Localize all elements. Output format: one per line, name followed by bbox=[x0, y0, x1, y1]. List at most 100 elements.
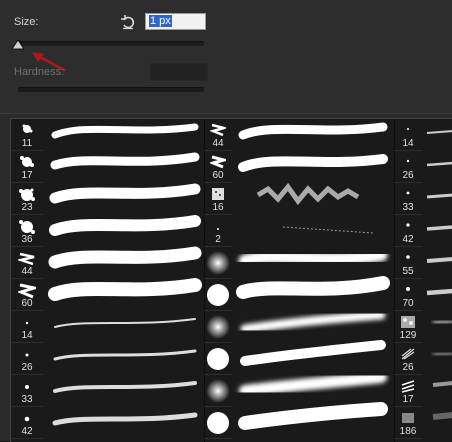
brush-preset-cell[interactable]: 36 bbox=[11, 215, 43, 247]
brush-preset-panel: Size: 1 px Hardness: 11 17 23 36 44 60 1 bbox=[0, 0, 452, 442]
brush-thumbnail-icon bbox=[18, 252, 35, 266]
brush-column-1: 11 17 23 36 44 60 14 26 33 42 bbox=[11, 119, 43, 442]
brush-size-label: 60 bbox=[21, 298, 33, 309]
brush-thumbnail-icon bbox=[401, 316, 415, 328]
brush-preset-cell[interactable]: 26 bbox=[11, 343, 43, 375]
brush-size-label: 60 bbox=[212, 170, 224, 181]
brush-preset-cell[interactable]: 33 bbox=[394, 183, 422, 215]
brush-size-label: 36 bbox=[21, 234, 33, 245]
brush-size-label: 26 bbox=[21, 362, 33, 373]
brush-column-2: 44 60 16 2 bbox=[204, 119, 232, 442]
brush-thumbnail-icon bbox=[210, 123, 226, 137]
brush-preset-cell[interactable] bbox=[204, 375, 232, 407]
brush-preset-cell[interactable]: 14 bbox=[394, 119, 422, 151]
brush-thumbnail-icon bbox=[19, 220, 35, 234]
brush-preset-cell[interactable]: 42 bbox=[11, 407, 43, 439]
brush-preset-cell[interactable] bbox=[204, 279, 232, 311]
reset-size-icon[interactable] bbox=[120, 14, 136, 30]
brush-preset-cell[interactable]: 17 bbox=[394, 375, 422, 407]
brush-size-label: 44 bbox=[21, 266, 33, 277]
brush-column-3: 14 26 33 42 55 70 129 26 17 186 bbox=[394, 119, 422, 442]
brush-size-label: 186 bbox=[399, 426, 417, 437]
brush-size-label: 42 bbox=[21, 426, 33, 437]
brush-stroke-previews-2 bbox=[236, 122, 390, 430]
brush-size-label: 17 bbox=[21, 170, 33, 181]
brush-size-label: 129 bbox=[399, 330, 417, 341]
brush-preset-cell[interactable]: 26 bbox=[394, 151, 422, 183]
brush-thumbnail-icon bbox=[406, 223, 410, 227]
brush-thumbnail-icon bbox=[19, 188, 35, 201]
brush-size-label: 23 bbox=[21, 202, 33, 213]
hard-round-brush-icon bbox=[207, 348, 229, 370]
hard-round-brush-icon bbox=[207, 284, 229, 306]
brush-preset-cell[interactable]: 2 bbox=[204, 215, 232, 247]
brush-preset-cell[interactable]: 44 bbox=[204, 119, 232, 151]
brush-thumbnail-icon bbox=[407, 128, 409, 130]
hardness-slider-track bbox=[18, 87, 204, 92]
soft-round-brush-icon bbox=[206, 315, 230, 339]
brush-preset-cell[interactable]: 14 bbox=[11, 311, 43, 343]
brush-stroke-previews-3 bbox=[426, 130, 452, 420]
brush-preset-cell[interactable] bbox=[204, 311, 232, 343]
brush-thumbnail-icon bbox=[210, 155, 226, 169]
brush-thumbnail-icon bbox=[25, 321, 29, 325]
brush-thumbnail-icon bbox=[22, 124, 33, 133]
brush-thumbnail-icon bbox=[401, 380, 415, 393]
brush-preset-cell[interactable] bbox=[204, 247, 232, 279]
brush-size-label: 42 bbox=[402, 234, 414, 245]
brush-preset-cell[interactable]: 42 bbox=[394, 215, 422, 247]
brush-size-label: 14 bbox=[402, 138, 414, 149]
brush-preset-cell[interactable]: 55 bbox=[394, 247, 422, 279]
brush-preset-cell[interactable] bbox=[204, 343, 232, 375]
brush-preset-cell[interactable]: 60 bbox=[11, 279, 43, 311]
brush-thumbnail-icon bbox=[406, 255, 410, 259]
brush-thumbnail-icon bbox=[24, 416, 30, 422]
brush-preset-cell[interactable]: 16 bbox=[204, 183, 232, 215]
brush-preset-cell[interactable] bbox=[204, 407, 232, 439]
brush-thumbnail-icon bbox=[401, 348, 415, 360]
brush-preset-cell[interactable]: 186 bbox=[394, 407, 422, 439]
hardness-input bbox=[150, 63, 208, 81]
hard-round-brush-icon bbox=[207, 412, 229, 434]
size-input-value: 1 px bbox=[149, 15, 172, 27]
brush-size-label: 2 bbox=[215, 234, 221, 245]
brush-size-label: 26 bbox=[402, 362, 414, 373]
brush-preset-cell[interactable]: 129 bbox=[394, 311, 422, 343]
size-label: Size: bbox=[14, 16, 39, 28]
brush-settings-header: Size: 1 px Hardness: bbox=[0, 0, 452, 114]
brush-preset-cell[interactable]: 26 bbox=[394, 343, 422, 375]
brush-preset-cell[interactable]: 70 bbox=[394, 279, 422, 311]
size-input[interactable]: 1 px bbox=[145, 13, 206, 30]
brush-size-label: 44 bbox=[212, 138, 224, 149]
brush-size-label: 16 bbox=[212, 202, 224, 213]
brush-preset-grid: 11 17 23 36 44 60 14 26 33 42 44 60 16 2… bbox=[10, 118, 452, 442]
brush-thumbnail-icon bbox=[406, 287, 410, 291]
soft-round-brush-icon bbox=[206, 251, 230, 275]
size-slider-thumb[interactable] bbox=[12, 40, 24, 50]
brush-stroke-previews-1 bbox=[48, 123, 202, 426]
brush-preset-cell[interactable]: 33 bbox=[11, 375, 43, 407]
brush-size-label: 17 bbox=[402, 394, 414, 405]
brush-size-label: 33 bbox=[402, 202, 414, 213]
brush-preset-cell[interactable]: 60 bbox=[204, 151, 232, 183]
brush-thumbnail-icon bbox=[402, 413, 414, 423]
brush-size-label: 26 bbox=[402, 170, 414, 181]
brush-size-label: 33 bbox=[21, 394, 33, 405]
brush-thumbnail-icon bbox=[25, 385, 29, 389]
brush-thumbnail-icon bbox=[406, 191, 410, 195]
brush-thumbnail-icon bbox=[18, 283, 36, 299]
brush-preset-cell[interactable]: 17 bbox=[11, 151, 43, 183]
brush-preset-cell[interactable]: 11 bbox=[11, 119, 43, 151]
size-slider-track[interactable] bbox=[18, 41, 204, 46]
brush-size-label: 70 bbox=[402, 298, 414, 309]
brush-size-label: 11 bbox=[21, 138, 33, 149]
brush-preset-cell[interactable]: 23 bbox=[11, 183, 43, 215]
brush-thumbnail-icon bbox=[212, 188, 224, 200]
brush-thumbnail-icon bbox=[406, 159, 410, 163]
brush-thumbnail-icon bbox=[25, 353, 29, 357]
brush-size-label: 14 bbox=[21, 330, 33, 341]
soft-round-brush-icon bbox=[206, 379, 230, 403]
hardness-label: Hardness: bbox=[14, 66, 65, 78]
brush-preset-cell[interactable]: 44 bbox=[11, 247, 43, 279]
brush-size-label: 55 bbox=[402, 266, 414, 277]
